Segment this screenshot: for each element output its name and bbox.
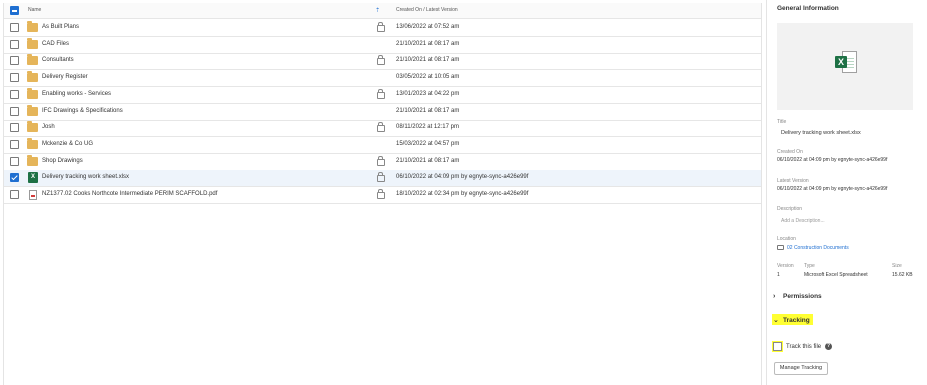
folder-icon [27, 121, 38, 133]
folder-icon [27, 137, 38, 149]
file-date: 21/10/2021 at 08:17 am [396, 40, 460, 47]
lock-icon [377, 22, 385, 32]
type-label: Type [804, 263, 815, 269]
description-label: Description [777, 206, 803, 212]
lock-icon [377, 172, 385, 183]
size-value: 15.62 KB [892, 272, 913, 278]
version-label: Version [777, 263, 794, 269]
row-checkbox[interactable] [10, 173, 19, 183]
excel-file-icon: X [28, 172, 38, 184]
date-column-header[interactable]: Created On / Latest Version [396, 7, 458, 13]
latest-version-label: Latest Version [777, 178, 809, 184]
track-file-label: Track this file [786, 344, 822, 350]
lock-icon [377, 155, 385, 166]
panel-title: General Information [777, 5, 839, 12]
file-date: 08/11/2022 at 12:17 pm [396, 124, 459, 131]
select-all-checkbox[interactable] [10, 6, 19, 15]
file-name[interactable]: IFC Drawings & Specifications [42, 108, 123, 114]
file-date: 06/10/2022 at 04:09 pm by egnyte-sync-a4… [396, 174, 529, 181]
file-name[interactable]: Shop Drawings [42, 158, 83, 164]
file-name[interactable]: As Built Plans [42, 24, 79, 30]
table-row[interactable]: NZ1377.02 Cooks Northcote Intermediate P… [4, 187, 761, 204]
row-checkbox[interactable] [10, 56, 19, 66]
table-row[interactable]: CAD Files 21/10/2021 at 08:17 am [4, 37, 761, 54]
folder-icon [27, 87, 38, 99]
sort-up-icon[interactable]: ⇡ [375, 7, 380, 14]
file-name[interactable]: Delivery tracking work sheet.xlsx [42, 174, 129, 180]
table-row[interactable]: X Delivery tracking work sheet.xlsx 06/10/… [4, 170, 761, 188]
file-name[interactable]: NZ1377.02 Cooks Northcote Intermediate P… [42, 191, 217, 197]
row-checkbox[interactable] [10, 123, 19, 133]
lock-icon [377, 189, 385, 199]
lock-icon [377, 55, 385, 66]
file-preview: X [777, 23, 913, 110]
file-name[interactable]: Enabling works - Services [42, 91, 111, 97]
row-checkbox[interactable] [10, 39, 19, 49]
folder-icon [27, 21, 38, 32]
row-checkbox[interactable] [10, 190, 19, 199]
file-name[interactable]: Mckenzie & Co UG [42, 141, 93, 147]
title-label: Title [777, 119, 787, 125]
pdf-file-icon [29, 190, 37, 200]
help-icon[interactable]: ? [825, 343, 832, 350]
file-name[interactable]: Consultants [42, 57, 74, 63]
chevron-down-icon: ⌄ [773, 317, 779, 324]
row-checkbox[interactable] [10, 106, 19, 116]
latest-version-value: 06/10/2022 at 04:09 pm by egnyte-sync-a4… [777, 186, 888, 192]
table-row[interactable]: Delivery Register 03/05/2022 at 10:05 am [4, 70, 761, 88]
type-value: Microsoft Excel Spreadsheet [804, 272, 868, 278]
table-row[interactable]: Mckenzie & Co UG 15/03/2022 at 04:57 pm [4, 137, 761, 154]
created-value: 06/10/2022 at 04:09 pm by egnyte-sync-a4… [777, 157, 888, 163]
file-date: 21/10/2021 at 08:17 am [396, 107, 460, 114]
created-label: Created On [777, 149, 803, 155]
folder-icon [27, 37, 38, 49]
excel-file-icon: X [835, 51, 857, 73]
track-file-checkbox[interactable] [772, 341, 783, 352]
location-link[interactable]: 02 Construction Documents [787, 245, 849, 251]
row-checkbox[interactable] [10, 156, 19, 166]
file-name[interactable]: Josh [42, 124, 55, 130]
table-row[interactable]: Shop Drawings 21/10/2021 at 08:17 am [4, 154, 761, 171]
file-date: 13/01/2023 at 04:22 pm [396, 90, 460, 97]
file-date: 21/10/2021 at 08:17 am [396, 57, 460, 64]
table-row[interactable]: Enabling works - Services 13/01/2023 at 0… [4, 87, 761, 104]
table-row[interactable]: IFC Drawings & Specifications 21/10/2021 … [4, 104, 761, 121]
table-row[interactable]: Consultants 21/10/2021 at 08:17 am [4, 53, 761, 71]
folder-icon [27, 104, 38, 116]
file-date: 13/06/2022 at 07:52 am [396, 24, 460, 30]
lock-icon [377, 122, 385, 133]
folder-icon [27, 54, 38, 66]
row-checkbox[interactable] [10, 139, 19, 149]
folder-icon [777, 245, 784, 250]
file-list-header: Name ⇡ Created On / Latest Version [4, 3, 761, 19]
row-checkbox[interactable] [10, 73, 19, 83]
lock-icon [377, 88, 385, 99]
file-date: 18/10/2022 at 02:34 pm by egnyte-sync-a4… [396, 191, 529, 197]
title-value[interactable]: Delivery tracking work sheet.xlsx [781, 130, 861, 136]
chevron-right-icon: › [773, 293, 776, 300]
file-date: 21/10/2021 at 08:17 am [396, 157, 460, 164]
size-label: Size [892, 263, 902, 269]
file-date: 15/03/2022 at 04:57 pm [396, 140, 460, 147]
table-row[interactable]: Josh 08/11/2022 at 12:17 pm [4, 120, 761, 138]
row-checkbox[interactable] [10, 23, 19, 32]
details-panel: General Information X Title Delivery tra… [766, 0, 927, 385]
table-row[interactable]: As Built Plans 13/06/2022 at 07:52 am [4, 20, 761, 37]
file-name[interactable]: Delivery Register [42, 74, 88, 80]
file-list: Name ⇡ Created On / Latest Version As Bu… [3, 3, 762, 385]
row-checkbox[interactable] [10, 89, 19, 99]
version-value: 1 [777, 272, 780, 278]
description-input[interactable]: Add a Description... [781, 218, 825, 224]
permissions-section[interactable]: › Permissions [773, 293, 822, 300]
name-column-header[interactable]: Name [28, 7, 41, 13]
location-label: Location [777, 236, 796, 242]
file-date: 03/05/2022 at 10:05 am [396, 74, 460, 81]
manage-tracking-button[interactable]: Manage Tracking [774, 362, 828, 375]
folder-icon [27, 154, 38, 166]
tracking-section[interactable]: ⌄ Tracking [773, 316, 810, 324]
folder-icon [27, 71, 38, 83]
file-name[interactable]: CAD Files [42, 41, 69, 47]
